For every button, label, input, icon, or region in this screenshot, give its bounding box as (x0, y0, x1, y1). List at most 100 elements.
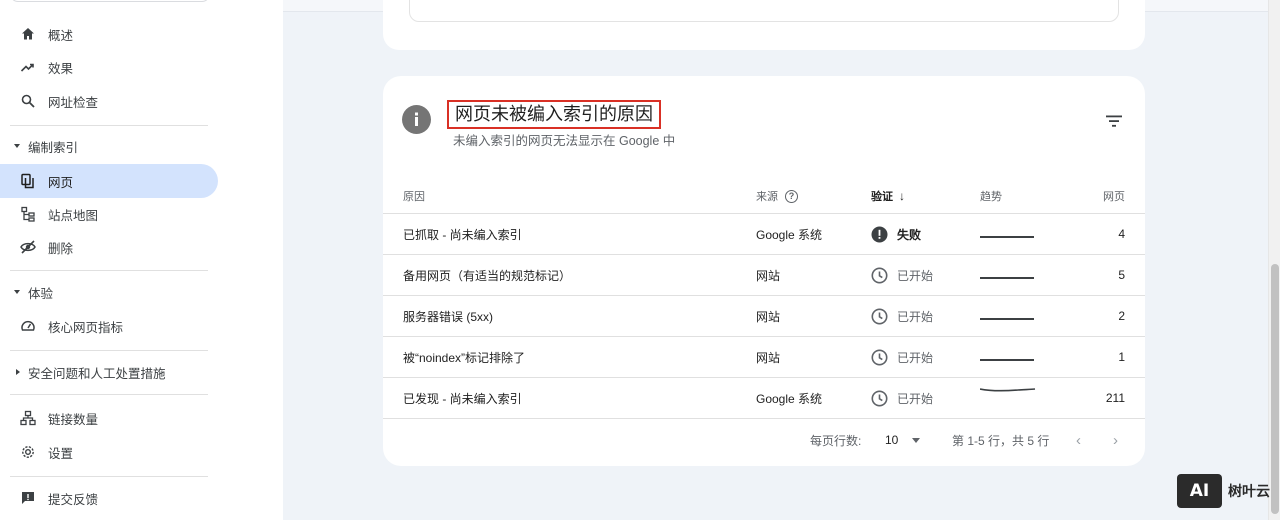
sidebar-item-settings[interactable]: 设置 (0, 435, 218, 469)
pages-cell: 5 (1118, 268, 1125, 282)
sidebar-item-label: 链接数量 (48, 412, 99, 427)
sidebar-item-feedback[interactable]: 提交反馈 (0, 481, 218, 515)
clock-icon (871, 390, 888, 407)
watermark-text: 树叶云 (1228, 483, 1270, 499)
clock-icon (871, 349, 888, 366)
trend-sparkline (980, 359, 1034, 361)
status-label: 已开始 (897, 309, 934, 324)
sidebar-item-url-inspection[interactable]: 网址检查 (0, 84, 218, 118)
watermark-logo: AI (1177, 474, 1222, 508)
sidebar-item-performance[interactable]: 效果 (0, 50, 218, 84)
section-experience[interactable]: 体验 (0, 277, 218, 307)
table-header: 原因 来源 ? 验证 ↓ 趋势 网页 (383, 178, 1145, 214)
speed-gauge-icon (20, 318, 36, 334)
sort-arrow-down-icon: ↓ (899, 189, 905, 203)
trending-up-icon (20, 59, 36, 75)
trend-sparkline (980, 318, 1034, 320)
column-header-reason[interactable]: 原因 (403, 178, 425, 214)
table-row[interactable]: 服务器错误 (5xx) 网站 已开始 2 (383, 296, 1145, 337)
column-header-validation[interactable]: 验证 ↓ (871, 178, 905, 214)
validation-cell: 已开始 (871, 337, 933, 377)
section-label: 体验 (28, 286, 54, 301)
filter-icon[interactable] (1105, 114, 1123, 128)
sidebar-item-label: 站点地图 (48, 208, 99, 223)
scrollbar-thumb[interactable] (1271, 264, 1279, 514)
previous-card-panel (409, 0, 1119, 22)
section-label: 安全问题和人工处置措施 (28, 366, 166, 381)
sidebar-item-label: 核心网页指标 (48, 320, 124, 335)
reason-cell: 服务器错误 (5xx) (403, 309, 494, 324)
home-icon (20, 26, 36, 42)
dropdown-arrow-icon (912, 437, 921, 443)
previous-page-button[interactable]: ‹ (1076, 420, 1081, 460)
sidebar-item-pages[interactable]: 网页 (0, 164, 218, 198)
sidebar-item-core-web-vitals[interactable]: 核心网页指标 (0, 309, 218, 343)
reason-cell: 已发现 - 尚未编入索引 (403, 391, 522, 406)
sidebar: 概述 效果 网址检查 编制索引 网页 站点地图 删除 体验 核心网页指标 安全问… (0, 0, 230, 520)
search-bar[interactable] (10, 0, 210, 2)
rows-per-page-select[interactable]: 10 (885, 420, 921, 460)
trend-sparkline (980, 236, 1034, 238)
sidebar-divider (10, 476, 208, 477)
card-title: 网页未被编入索引的原因 (447, 100, 661, 129)
next-page-button[interactable]: › (1113, 420, 1118, 460)
trend-sparkline (980, 277, 1034, 279)
reason-cell: 备用网页（有适当的规范标记） (403, 268, 572, 283)
table-row[interactable]: 被“noindex”标记排除了 网站 已开始 1 (383, 337, 1145, 378)
removal-icon (20, 239, 36, 255)
trend-sparkline (980, 388, 1036, 392)
sidebar-item-removals[interactable]: 删除 (0, 230, 218, 264)
status-label: 已开始 (897, 350, 934, 365)
sidebar-item-label: 网页 (48, 175, 74, 190)
reason-cell: 被“noindex”标记排除了 (403, 350, 526, 365)
gear-icon (20, 444, 36, 460)
chevron-down-icon (14, 144, 20, 148)
links-icon (20, 410, 36, 426)
validation-cell: 失败 (871, 214, 921, 254)
status-label: 已开始 (897, 268, 934, 283)
scrollbar[interactable] (1268, 0, 1280, 520)
pagination-range: 第 1-5 行，共 5 行 (952, 433, 1050, 448)
not-indexed-reasons-card: 网页未被编入索引的原因 未编入索引的网页无法显示在 Google 中 原因 来源… (383, 76, 1145, 466)
section-security[interactable]: 安全问题和人工处置措施 (0, 357, 218, 387)
sitemap-icon (20, 206, 36, 222)
sidebar-item-label: 设置 (48, 446, 74, 461)
rows-per-page-label: 每页行数: (810, 433, 862, 448)
source-cell: 网站 (756, 309, 781, 324)
pages-cell: 1 (1118, 350, 1125, 364)
watermark: AI 树叶云 (1177, 474, 1270, 508)
search-icon (20, 93, 36, 109)
pages-cell: 2 (1118, 309, 1125, 323)
info-icon (402, 105, 431, 134)
rows-per-page-value: 10 (885, 433, 899, 447)
source-cell: Google 系统 (756, 227, 823, 242)
sidebar-item-label: 网址检查 (48, 95, 99, 110)
column-header-pages[interactable]: 网页 (1083, 178, 1125, 214)
section-indexing[interactable]: 编制索引 (0, 131, 218, 161)
chevron-right-icon (16, 369, 20, 375)
sidebar-item-overview[interactable]: 概述 (0, 17, 218, 51)
table-row[interactable]: 已抓取 - 尚未编入索引 Google 系统 失败 4 (383, 214, 1145, 255)
pages-cell: 4 (1118, 227, 1125, 241)
source-cell: Google 系统 (756, 391, 823, 406)
sidebar-divider (10, 125, 208, 126)
main-content: 网页未被编入索引的原因 未编入索引的网页无法显示在 Google 中 原因 来源… (283, 0, 1268, 520)
help-icon[interactable]: ? (785, 189, 798, 203)
sidebar-item-label: 效果 (48, 61, 74, 76)
sidebar-item-sitemaps[interactable]: 站点地图 (0, 197, 218, 231)
table-row[interactable]: 备用网页（有适当的规范标记） 网站 已开始 5 (383, 255, 1145, 296)
table-row[interactable]: 已发现 - 尚未编入索引 Google 系统 已开始 211 (383, 378, 1145, 419)
previous-card (383, 0, 1145, 50)
validation-cell: 已开始 (871, 255, 933, 295)
column-header-source[interactable]: 来源 ? (756, 178, 798, 214)
sidebar-divider (10, 394, 208, 395)
sidebar-item-links[interactable]: 链接数量 (0, 401, 218, 435)
chevron-down-icon (14, 290, 20, 294)
feedback-icon (20, 490, 36, 506)
column-header-trend: 趋势 (980, 191, 1002, 203)
sidebar-divider (10, 270, 208, 271)
sidebar-item-label: 删除 (48, 241, 74, 256)
error-icon (871, 226, 888, 243)
card-subtitle: 未编入索引的网页无法显示在 Google 中 (453, 134, 676, 148)
sidebar-divider (10, 350, 208, 351)
